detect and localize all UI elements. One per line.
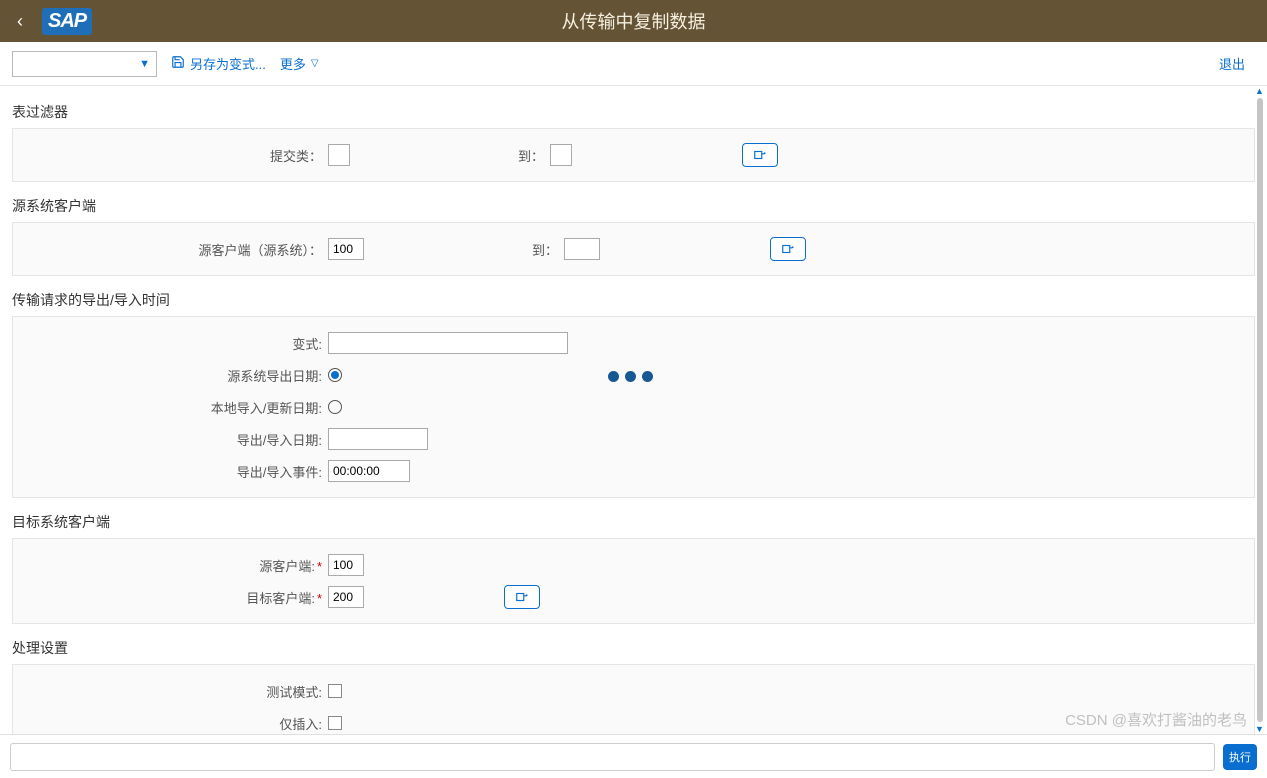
to-label: 到：: [364, 240, 564, 259]
variant-label: 变式:: [23, 334, 328, 353]
page-title: 从传输中复制数据: [562, 8, 706, 34]
save-icon: [171, 55, 185, 72]
multi-select-button[interactable]: [504, 585, 540, 609]
section-source-client-title: 源系统客户端: [12, 196, 1255, 216]
export-import-date-input[interactable]: [328, 428, 428, 450]
insert-only-label: 仅插入:: [23, 714, 328, 733]
local-import-date-label: 本地导入/更新日期:: [23, 398, 328, 417]
save-variant-label: 另存为变式...: [190, 54, 266, 73]
chevron-down-icon: ▽: [311, 58, 319, 69]
source-export-date-radio[interactable]: [328, 368, 342, 382]
section-process-settings-title: 处理设置: [12, 638, 1255, 658]
local-import-date-radio[interactable]: [328, 400, 342, 414]
target-source-client-input[interactable]: [328, 554, 364, 576]
target-client-input[interactable]: [328, 586, 364, 608]
more-label: 更多: [280, 54, 306, 73]
export-import-event-input[interactable]: [328, 460, 410, 482]
source-export-date-label: 源系统导出日期:: [23, 366, 328, 385]
source-client-label: 源客户端（源系统）：: [23, 240, 328, 259]
target-client-label: 目标客户端:*: [23, 588, 328, 607]
execute-button[interactable]: 执行: [1223, 744, 1257, 770]
more-button[interactable]: 更多 ▽: [280, 54, 319, 73]
panel-target-client: 源客户端:* 目标客户端:*: [12, 538, 1255, 624]
submit-type-to-input[interactable]: [550, 144, 572, 166]
back-button[interactable]: ‹: [0, 0, 40, 42]
export-import-event-label: 导出/导入事件:: [23, 462, 328, 481]
scroll-indicator[interactable]: ▲ ▼: [1255, 86, 1265, 734]
panel-table-filter: 提交类： 到：: [12, 128, 1255, 182]
command-input[interactable]: [10, 743, 1215, 771]
section-table-filter-title: 表过滤器: [12, 102, 1255, 122]
target-source-client-label: 源客户端:*: [23, 556, 328, 575]
save-as-variant-button[interactable]: 另存为变式...: [171, 54, 266, 73]
source-client-from-input[interactable]: [328, 238, 364, 260]
multi-select-button[interactable]: [742, 143, 778, 167]
source-client-to-input[interactable]: [564, 238, 600, 260]
insert-only-checkbox[interactable]: [328, 716, 342, 730]
multi-select-button[interactable]: [770, 237, 806, 261]
to-label: 到：: [350, 146, 550, 165]
loading-indicator: [608, 371, 653, 382]
submit-type-from-input[interactable]: [328, 144, 350, 166]
submit-type-label: 提交类：: [23, 146, 328, 165]
panel-process-settings: 测试模式: 仅插入: 容忍客户端角色"生产":: [12, 664, 1255, 734]
variant-select[interactable]: ▼: [12, 51, 157, 77]
exit-button[interactable]: 退出: [1219, 54, 1245, 73]
panel-transport-time: 变式: 源系统导出日期: 本地导入/更新日期: 导出/导入日期: 导出/导入事件…: [12, 316, 1255, 498]
sap-logo: SAP: [42, 8, 92, 35]
test-mode-label: 测试模式:: [23, 682, 328, 701]
panel-source-client: 源客户端（源系统）： 到：: [12, 222, 1255, 276]
test-mode-checkbox[interactable]: [328, 684, 342, 698]
variant-input[interactable]: [328, 332, 568, 354]
section-target-client-title: 目标系统客户端: [12, 512, 1255, 532]
export-import-date-label: 导出/导入日期:: [23, 430, 328, 449]
section-transport-time-title: 传输请求的导出/导入时间: [12, 290, 1255, 310]
chevron-down-icon: ▼: [139, 58, 150, 70]
